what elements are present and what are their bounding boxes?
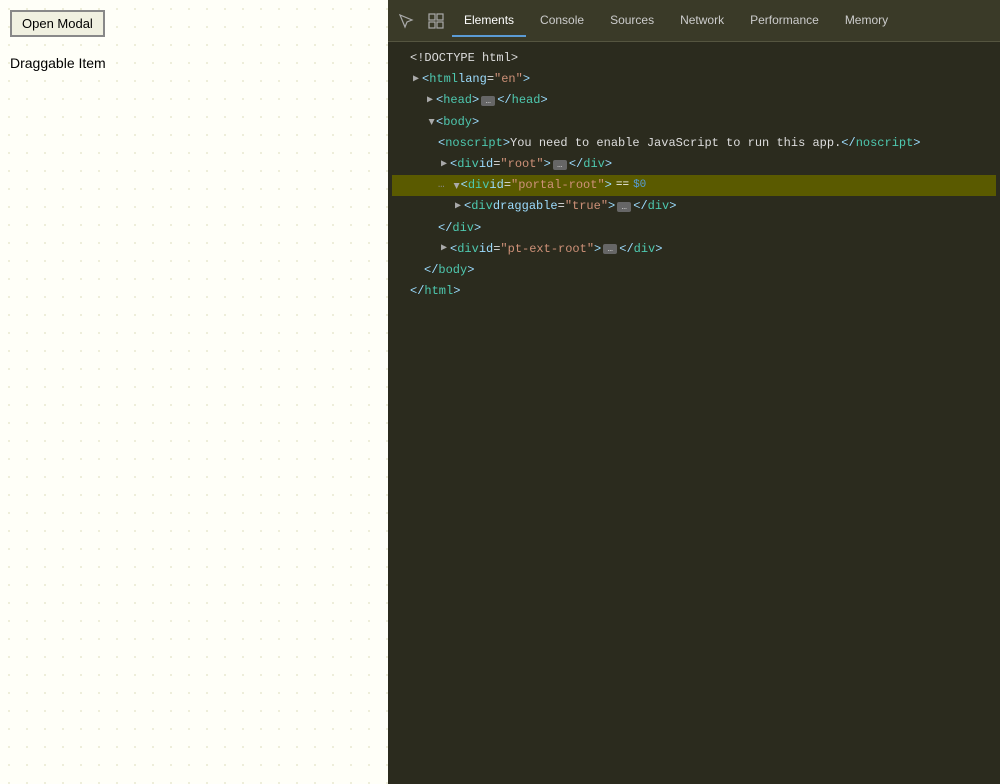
head-ellipsis[interactable]: … [481, 96, 495, 106]
pt-ext-triangle[interactable]: ▶ [438, 243, 450, 255]
body-triangle[interactable]: ▶ [424, 116, 436, 128]
draggable-ellipsis[interactable]: … [617, 202, 631, 212]
dom-html-open: ▶ <html lang="en"> [392, 69, 996, 90]
draggable-item-label: Draggable Item [10, 55, 378, 71]
devtools-panel: Elements Console Sources Network Perform… [388, 0, 1000, 784]
dom-body-close: </body> [392, 260, 996, 281]
inspect-icon[interactable] [422, 7, 450, 35]
app-panel: Open Modal Draggable Item [0, 0, 388, 784]
dom-head: ▶ <head> … </head> [392, 90, 996, 111]
tab-console[interactable]: Console [528, 5, 596, 37]
html-triangle[interactable]: ▶ [410, 74, 422, 86]
tab-memory[interactable]: Memory [833, 5, 900, 37]
tab-performance[interactable]: Performance [738, 5, 831, 37]
dom-body-open: ▶ <body> [392, 112, 996, 133]
tab-elements[interactable]: Elements [452, 5, 526, 37]
dots-indicator: … [438, 177, 445, 195]
tab-network[interactable]: Network [668, 5, 736, 37]
devtools-toolbar: Elements Console Sources Network Perform… [388, 0, 1000, 42]
portal-root-triangle[interactable]: ▶ [449, 180, 461, 192]
dom-pt-ext-root: ▶ <div id="pt-ext-root"> … </div> [392, 239, 996, 260]
pt-ext-ellipsis[interactable]: … [603, 244, 617, 254]
dom-portal-root: … ▶ <div id="portal-root"> == $0 [392, 175, 996, 196]
open-modal-button[interactable]: Open Modal [10, 10, 105, 37]
dom-root-div: ▶ <div id="root"> … </div> [392, 154, 996, 175]
dom-html-close: </html> [392, 281, 996, 302]
tab-sources[interactable]: Sources [598, 5, 666, 37]
root-triangle[interactable]: ▶ [438, 159, 450, 171]
root-ellipsis[interactable]: … [553, 160, 567, 170]
dom-noscript: <noscript>You need to enable JavaScript … [392, 133, 996, 154]
dom-draggable-div: ▶ <div draggable="true"> … </div> [392, 196, 996, 217]
head-triangle[interactable]: ▶ [424, 95, 436, 107]
devtools-dom-content: <!DOCTYPE html> ▶ <html lang="en"> ▶ <he… [388, 42, 1000, 784]
dom-portal-close: </div> [392, 218, 996, 239]
draggable-triangle[interactable]: ▶ [452, 201, 464, 213]
cursor-icon[interactable] [392, 7, 420, 35]
dom-doctype: <!DOCTYPE html> [392, 48, 996, 69]
